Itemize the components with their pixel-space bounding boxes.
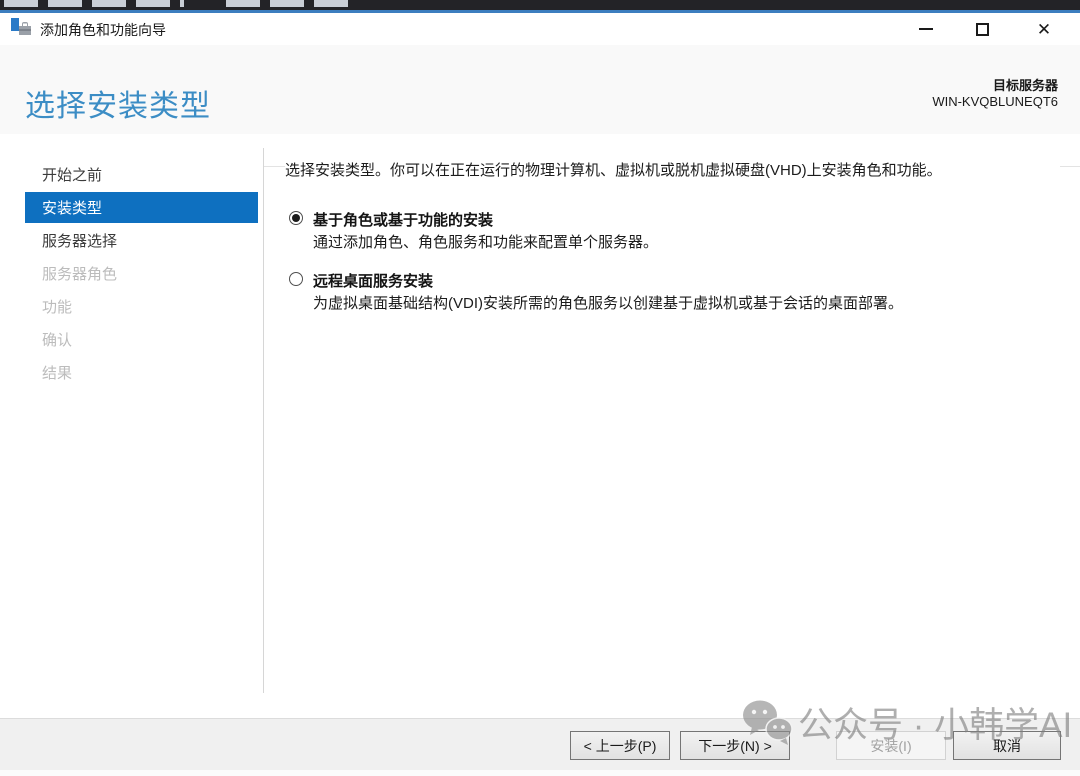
sidebar-item-confirmation: 确认 [0, 323, 263, 356]
add-roles-features-wizard-dialog: 添加角色和功能向导 ✕ 选择安装类型 目标服务器 WIN-KVQBLUNEQT6… [0, 13, 1080, 770]
sidebar-item-features: 功能 [0, 290, 263, 323]
sidebar-item-before-you-begin[interactable]: 开始之前 [0, 158, 263, 191]
wizard-content: 选择安装类型。你可以在正在运行的物理计算机、虚拟机或脱机虚拟硬盘(VHD)上安装… [285, 135, 1060, 718]
close-icon: ✕ [1037, 21, 1051, 38]
cancel-button[interactable]: 取消 [953, 731, 1061, 760]
intro-text: 选择安装类型。你可以在正在运行的物理计算机、虚拟机或脱机虚拟硬盘(VHD)上安装… [285, 161, 1055, 181]
option-label[interactable]: 远程桌面服务安装 [313, 270, 433, 291]
wizard-steps-sidebar: 开始之前 安装类型 服务器选择 服务器角色 功能 确认 结果 [0, 135, 263, 718]
next-button[interactable]: 下一步(N) > [680, 731, 790, 760]
radio-remote-desktop[interactable] [289, 272, 303, 286]
option-description: 为虚拟桌面基础结构(VDI)安装所需的角色服务以创建基于虚拟机或基于会话的桌面部… [313, 292, 903, 313]
sidebar-separator [263, 148, 264, 693]
target-server-box: 目标服务器 WIN-KVQBLUNEQT6 [932, 78, 1058, 110]
minimize-button[interactable] [904, 13, 948, 45]
sidebar-item-results: 结果 [0, 356, 263, 389]
maximize-icon [976, 23, 989, 36]
target-server-label: 目标服务器 [932, 78, 1058, 94]
wizard-footer: < 上一步(P) 下一步(N) > 安装(I) 取消 [0, 718, 1080, 770]
install-button: 安装(I) [836, 731, 946, 760]
sidebar-item-server-selection[interactable]: 服务器选择 [0, 224, 263, 257]
background-window-fragment [226, 0, 351, 7]
background-window-strip [0, 0, 1080, 10]
option-description: 通过添加角色、角色服务和功能来配置单个服务器。 [313, 231, 658, 252]
option-label[interactable]: 基于角色或基于功能的安装 [313, 209, 493, 230]
previous-button[interactable]: < 上一步(P) [570, 731, 670, 760]
wizard-header: 选择安装类型 目标服务器 WIN-KVQBLUNEQT6 [0, 45, 1080, 134]
radio-role-based[interactable] [289, 211, 303, 225]
minimize-icon [919, 28, 933, 30]
target-server-name: WIN-KVQBLUNEQT6 [932, 94, 1058, 110]
page-title: 选择安装类型 [25, 81, 211, 125]
window-title: 添加角色和功能向导 [40, 20, 166, 40]
sidebar-item-installation-type[interactable]: 安装类型 [25, 192, 258, 223]
title-bar[interactable]: 添加角色和功能向导 ✕ [0, 13, 1080, 45]
sidebar-item-server-roles: 服务器角色 [0, 257, 263, 290]
maximize-button[interactable] [960, 13, 1004, 45]
background-window-fragment [4, 0, 184, 7]
close-button[interactable]: ✕ [1022, 13, 1066, 45]
roles-features-wizard-icon [11, 18, 33, 38]
